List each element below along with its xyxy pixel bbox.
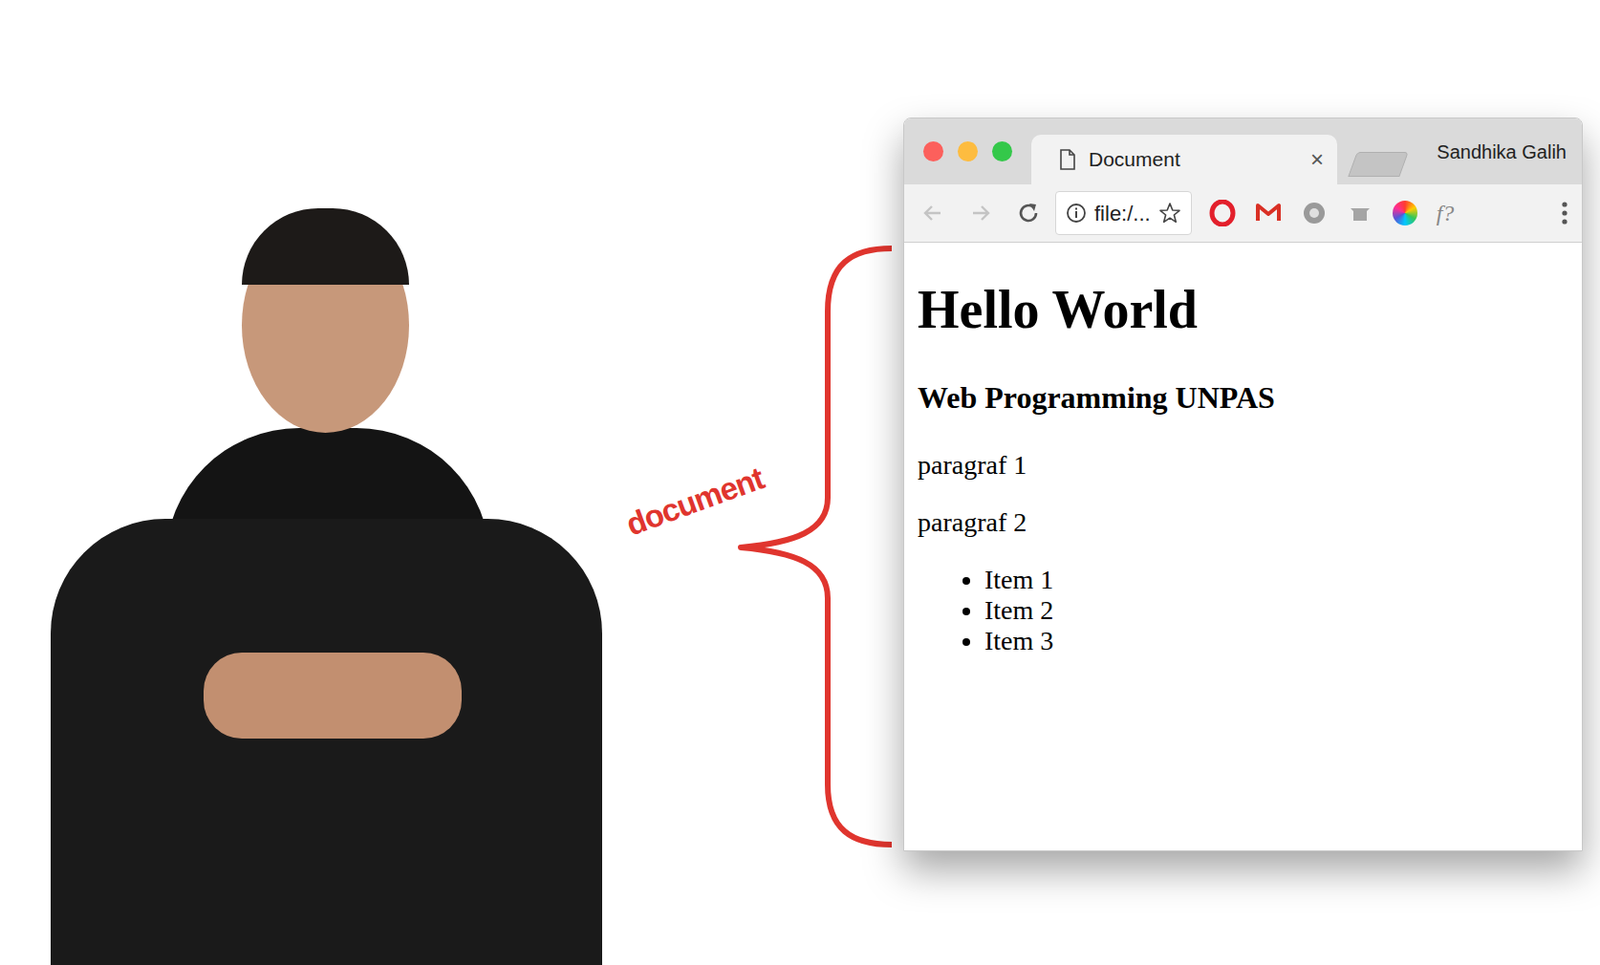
minimize-dot[interactable] <box>957 141 978 162</box>
presenter-hands <box>203 652 462 739</box>
page-content: Hello World Web Programming UNPAS paragraf… <box>904 242 1582 851</box>
info-icon <box>1065 202 1087 224</box>
presenter-shoulders <box>50 518 603 965</box>
list-item: Item 3 <box>984 626 1569 657</box>
hat-extension-icon[interactable] <box>1346 199 1374 227</box>
tab-title: Document <box>1088 144 1181 175</box>
list-item: Item 2 <box>984 595 1569 627</box>
paragraph: paragraf 1 <box>917 450 1569 481</box>
browser-window: Document × Sandhika Galih file:/... f? Hello … <box>903 117 1583 852</box>
paragraph: paragraf 2 <box>917 507 1569 539</box>
window-controls <box>904 141 1013 162</box>
close-dot[interactable] <box>923 141 944 162</box>
maximize-dot[interactable] <box>992 141 1013 162</box>
back-arrow-icon[interactable] <box>919 199 947 227</box>
new-tab-button[interactable] <box>1347 151 1408 177</box>
page-heading: Hello World <box>917 279 1569 341</box>
profile-name[interactable]: Sandhika Galih <box>1436 137 1582 167</box>
extensions: f? <box>1209 199 1455 227</box>
brace <box>736 244 895 849</box>
list-item: Item 1 <box>984 564 1569 596</box>
forward-arrow-icon[interactable] <box>967 199 995 227</box>
bookmark-star-icon[interactable] <box>1158 201 1182 225</box>
page-icon <box>1058 149 1078 171</box>
page-subheading: Web Programming UNPAS <box>917 380 1569 416</box>
reload-icon[interactable] <box>1015 199 1042 227</box>
color-wheel-icon[interactable] <box>1392 200 1418 226</box>
browser-tab[interactable]: Document × <box>1031 134 1338 185</box>
document-label: document <box>622 461 768 541</box>
brace-icon <box>736 244 895 849</box>
gmail-icon[interactable] <box>1254 199 1282 227</box>
opera-icon[interactable] <box>1209 199 1236 227</box>
address-text[interactable]: file:/... <box>1094 197 1151 230</box>
function-extension-icon[interactable]: f? <box>1436 201 1455 225</box>
presenter-photo <box>50 203 603 965</box>
gear-extension-icon[interactable] <box>1300 199 1328 227</box>
address-bar[interactable]: file:/... <box>1055 191 1192 236</box>
toolbar: file:/... f? <box>904 184 1582 243</box>
presenter-hair <box>241 208 410 285</box>
title-bar: Document × Sandhika Galih <box>904 118 1582 185</box>
menu-icon[interactable] <box>1560 200 1569 226</box>
tab-close-button[interactable]: × <box>1310 148 1324 172</box>
item-list: Item 1Item 2Item 3 <box>917 564 1569 657</box>
